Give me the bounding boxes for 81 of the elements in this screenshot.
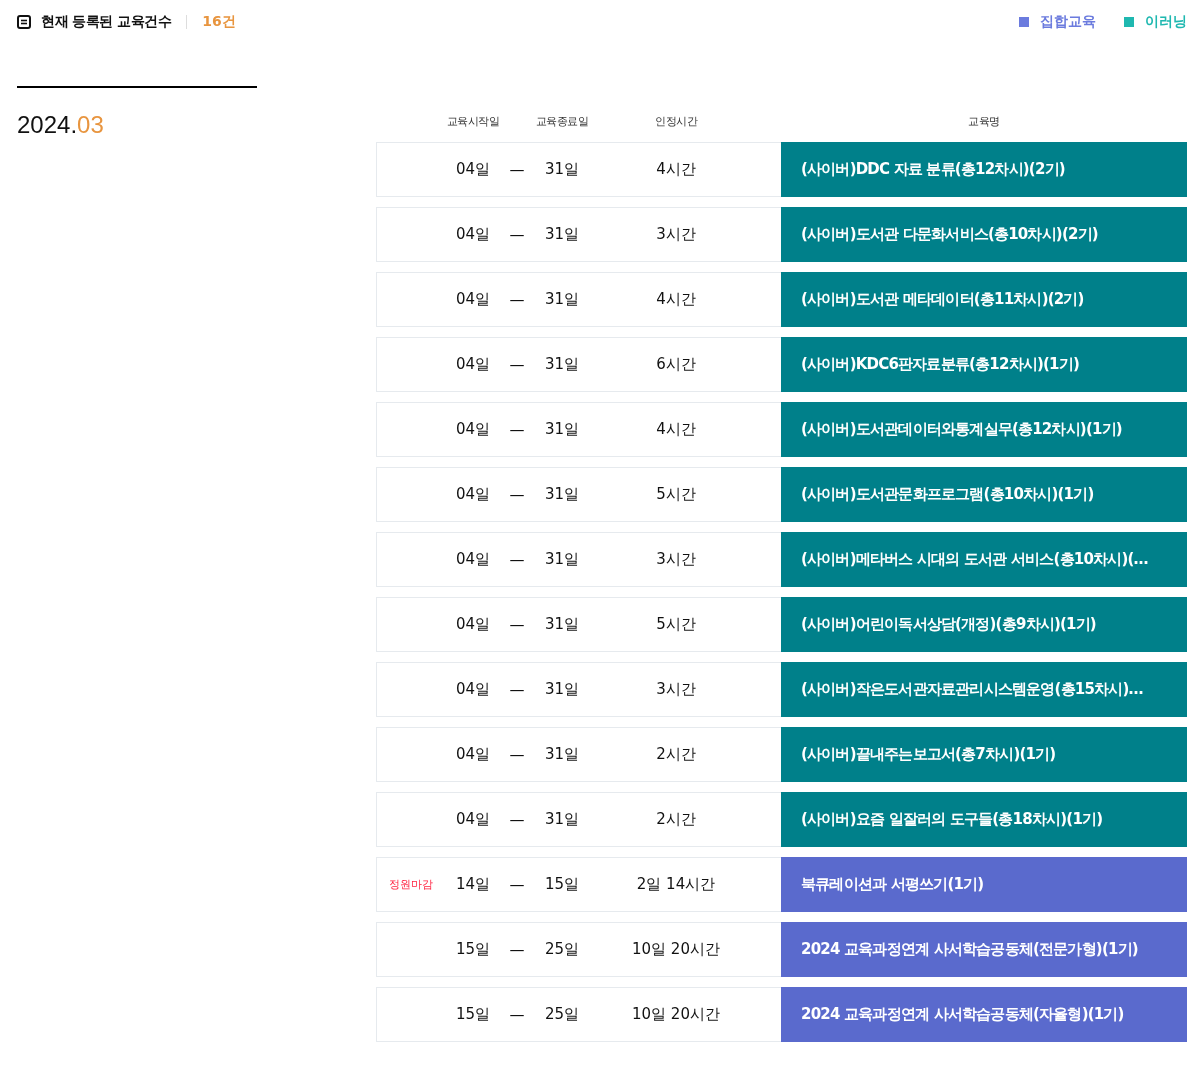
- end-date: 25일: [544, 940, 580, 959]
- column-header: 교육시작일: [446, 113, 500, 129]
- end-date: 31일: [544, 420, 580, 439]
- course-count-label: 현재 등록된 교육건수: [41, 13, 172, 31]
- start-date: 14일: [455, 875, 491, 894]
- date-dash: —: [509, 225, 525, 244]
- course-title[interactable]: (사이버)도서관 다문화서비스(총10차시)(2기): [781, 207, 1187, 262]
- date-dash: —: [509, 940, 525, 959]
- end-date: 25일: [544, 1005, 580, 1024]
- start-date: 15일: [455, 940, 491, 959]
- start-date: 04일: [455, 615, 491, 634]
- course-title[interactable]: (사이버)끝내주는보고서(총7차시)(1기): [781, 727, 1187, 782]
- end-date: 31일: [544, 485, 580, 504]
- course-count: 16건: [202, 13, 236, 31]
- start-date: 04일: [455, 290, 491, 309]
- date-dash: —: [509, 160, 525, 179]
- credit-hours: 3시간: [656, 225, 696, 244]
- end-date: 31일: [544, 810, 580, 829]
- date-dash: —: [509, 550, 525, 569]
- start-date: 04일: [455, 550, 491, 569]
- course-title[interactable]: (사이버)작은도서관자료관리시스템운영(총15차시)…: [781, 662, 1187, 717]
- start-date: 15일: [455, 1005, 491, 1024]
- date-dash: —: [509, 485, 525, 504]
- start-date: 04일: [455, 160, 491, 179]
- end-date: 31일: [544, 225, 580, 244]
- course-title[interactable]: (사이버)메타버스 시대의 도서관 서비스(총10차시)(…: [781, 532, 1187, 587]
- credit-hours: 2시간: [656, 745, 696, 764]
- start-date: 04일: [455, 420, 491, 439]
- year-month: 2024.03: [17, 111, 105, 139]
- credit-hours: 2시간: [656, 810, 696, 829]
- course-title[interactable]: (사이버)DDC 자료 분류(총12차시)(2기): [781, 142, 1187, 197]
- credit-hours: 4시간: [656, 420, 696, 439]
- column-header: 인정시간: [654, 113, 699, 129]
- column-header: 교육종료일: [534, 113, 590, 129]
- end-date: 31일: [544, 160, 580, 179]
- course-title[interactable]: (사이버)KDC6판자료분류(총12차시)(1기): [781, 337, 1187, 392]
- course-title[interactable]: 북큐레이션과 서평쓰기(1기): [781, 857, 1187, 912]
- credit-hours: 6시간: [656, 355, 696, 374]
- date-dash: —: [509, 290, 525, 309]
- end-date: 31일: [544, 355, 580, 374]
- document-icon: [17, 15, 31, 29]
- course-title[interactable]: (사이버)어린이독서상담(개정)(총9차시)(1기): [781, 597, 1187, 652]
- date-dash: —: [509, 745, 525, 764]
- date-dash: —: [509, 355, 525, 374]
- legend-label: 이러닝: [1145, 13, 1187, 31]
- start-date: 04일: [455, 485, 491, 504]
- date-dash: —: [509, 420, 525, 439]
- end-date: 15일: [544, 875, 580, 894]
- date-dash: —: [509, 615, 525, 634]
- start-date: 04일: [455, 680, 491, 699]
- course-title[interactable]: (사이버)도서관데이터와통계실무(총12차시)(1기): [781, 402, 1187, 457]
- credit-hours: 3시간: [656, 550, 696, 569]
- status-label: 정원마감: [389, 877, 433, 892]
- credit-hours: 5시간: [656, 485, 696, 504]
- end-date: 31일: [544, 745, 580, 764]
- end-date: 31일: [544, 680, 580, 699]
- end-date: 31일: [544, 615, 580, 634]
- course-title[interactable]: (사이버)요즘 일잘러의 도구들(총18차시)(1기): [781, 792, 1187, 847]
- column-header: 교육명: [967, 113, 1001, 129]
- credit-hours: 2일 14시간: [636, 875, 716, 894]
- legend-label: 집합교육: [1040, 13, 1096, 31]
- course-title[interactable]: 2024 교육과정연계 사서학습공동체(자율형)(1기): [781, 987, 1187, 1042]
- course-title[interactable]: (사이버)도서관 메타데이터(총11차시)(2기): [781, 272, 1187, 327]
- credit-hours: 4시간: [656, 290, 696, 309]
- credit-hours: 10일 20시간: [632, 940, 720, 959]
- date-dash: —: [509, 810, 525, 829]
- start-date: 04일: [455, 810, 491, 829]
- end-date: 31일: [544, 290, 580, 309]
- start-date: 04일: [455, 355, 491, 374]
- date-dash: —: [509, 875, 525, 894]
- course-title[interactable]: 2024 교육과정연계 사서학습공동체(전문가형)(1기): [781, 922, 1187, 977]
- start-date: 04일: [455, 225, 491, 244]
- course-title[interactable]: (사이버)도서관문화프로그램(총10차시)(1기): [781, 467, 1187, 522]
- credit-hours: 4시간: [656, 160, 696, 179]
- credit-hours: 10일 20시간: [632, 1005, 720, 1024]
- credit-hours: 3시간: [656, 680, 696, 699]
- date-dash: —: [509, 680, 525, 699]
- start-date: 04일: [455, 745, 491, 764]
- credit-hours: 5시간: [656, 615, 696, 634]
- end-date: 31일: [544, 550, 580, 569]
- date-dash: —: [509, 1005, 525, 1024]
